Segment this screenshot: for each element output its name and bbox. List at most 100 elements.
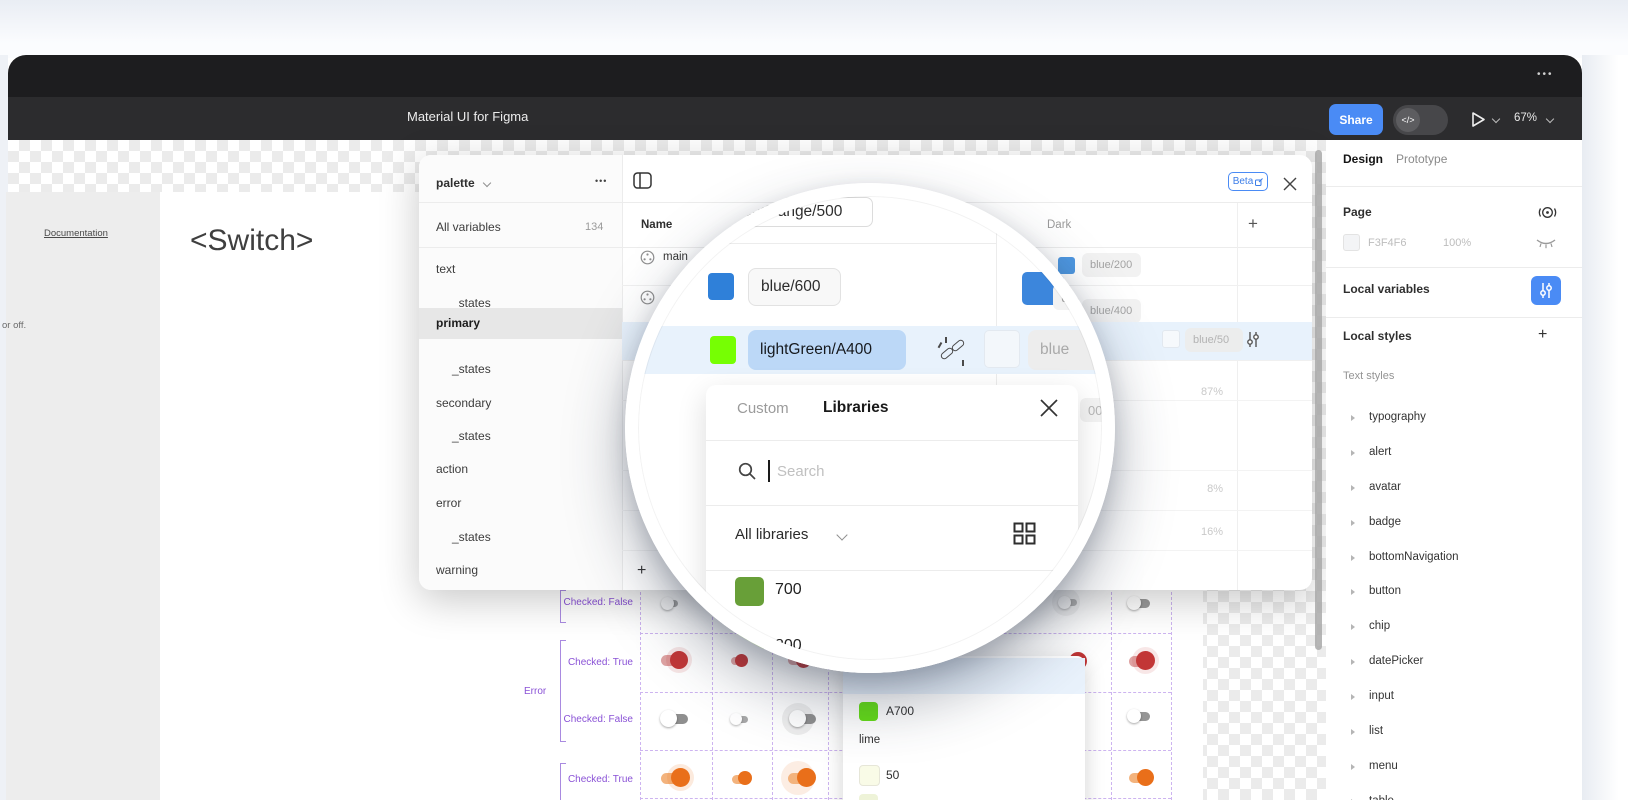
beta-label: Beta: [1233, 176, 1254, 187]
switch-unchecked[interactable]: [1127, 596, 1150, 610]
sidebar-item-action[interactable]: action: [436, 462, 468, 476]
panel-toggle-icon[interactable]: [633, 172, 652, 189]
column-divider: [1237, 203, 1238, 590]
tab-libraries[interactable]: Libraries: [823, 399, 888, 417]
zoom-level[interactable]: 67%: [1514, 112, 1537, 124]
window-menu-dots[interactable]: •••: [1537, 69, 1554, 80]
file-title[interactable]: Material UI for Figma: [407, 109, 528, 124]
sidebar-item-primary[interactable]: primary: [436, 316, 480, 330]
chevron-right-icon[interactable]: [1351, 415, 1355, 421]
color-swatch[interactable]: [859, 794, 878, 800]
color-swatch[interactable]: [708, 273, 734, 300]
canvas-scrollbar[interactable]: [1315, 150, 1322, 650]
variable-chip[interactable]: blue/600: [748, 268, 841, 306]
documentation-link[interactable]: Documentation: [44, 228, 108, 239]
style-group-menu[interactable]: menu: [1369, 760, 1398, 772]
switch-warning-checked[interactable]: [661, 768, 690, 787]
switch-unchecked[interactable]: [660, 710, 688, 727]
chevron-right-icon[interactable]: [1351, 485, 1355, 491]
color-swatch[interactable]: [859, 765, 878, 784]
switch-unchecked[interactable]: [789, 710, 816, 727]
style-group-avatar[interactable]: avatar: [1369, 481, 1401, 493]
page-color-hex[interactable]: F3F4F6: [1368, 237, 1407, 249]
style-group-alert[interactable]: alert: [1369, 446, 1391, 458]
dialog-item-label[interactable]: 800: [775, 637, 802, 655]
chevron-right-icon[interactable]: [1351, 764, 1355, 770]
local-variables-label: Local variables: [1343, 282, 1430, 296]
variable-chip[interactable]: deepOrange/500: [713, 197, 873, 227]
modal-close-icon[interactable]: [1282, 176, 1298, 192]
color-swatch[interactable]: [735, 633, 764, 662]
dialog-item-label[interactable]: 700: [775, 581, 802, 599]
sidebar-item-warning[interactable]: warning: [436, 563, 478, 577]
chevron-right-icon[interactable]: [1351, 624, 1355, 630]
switch-error-checked[interactable]: [661, 651, 688, 669]
dropdown-item-label[interactable]: 50: [886, 768, 899, 782]
modal-menu-dots[interactable]: •••: [595, 176, 607, 186]
sidebar-item-states[interactable]: _states: [452, 362, 491, 376]
variable-name[interactable]: main: [663, 251, 688, 263]
variable-chip-fragment: ue/400: [1053, 284, 1115, 310]
dialog-close-icon[interactable]: [1038, 397, 1060, 419]
grid-view-icon[interactable]: [1013, 522, 1036, 545]
chevron-right-icon[interactable]: [1351, 450, 1355, 456]
switch-unchecked[interactable]: [661, 597, 678, 610]
local-variables-button[interactable]: [1531, 276, 1561, 305]
style-group-button[interactable]: button: [1369, 585, 1401, 597]
present-play-icon[interactable]: [1469, 110, 1487, 129]
style-group-badge[interactable]: badge: [1369, 516, 1401, 528]
style-group-bottomnavigation[interactable]: bottomNavigation: [1369, 551, 1459, 563]
switch-warning-checked[interactable]: [732, 771, 752, 786]
sidebar-item-secondary[interactable]: secondary: [436, 396, 491, 410]
collection-selector[interactable]: palette: [436, 176, 475, 190]
switch-error-checked[interactable]: [1129, 651, 1155, 670]
sliders-icon[interactable]: [1246, 331, 1260, 348]
blend-mode-icon[interactable]: [1538, 204, 1557, 221]
tab-prototype[interactable]: Prototype: [1396, 152, 1447, 166]
chevron-right-icon[interactable]: [1351, 589, 1355, 595]
selected-variable-chip[interactable]: lightGreen/A400: [748, 330, 906, 370]
switch-unchecked[interactable]: [730, 713, 748, 725]
style-group-list[interactable]: list: [1369, 725, 1383, 737]
checked-label: Checked: True: [551, 657, 633, 668]
tab-custom[interactable]: Custom: [737, 400, 789, 417]
color-swatch[interactable]: [859, 702, 878, 721]
variable-chip[interactable]: blue/200: [1082, 253, 1141, 277]
sidebar-item-states[interactable]: _states: [452, 429, 491, 443]
color-swatch[interactable]: [735, 577, 764, 606]
add-style-button[interactable]: +: [1538, 326, 1547, 344]
switch-unchecked[interactable]: [1127, 709, 1150, 724]
style-group-datepicker[interactable]: datePicker: [1369, 655, 1423, 667]
color-swatch[interactable]: [710, 336, 736, 364]
chevron-right-icon[interactable]: [1351, 659, 1355, 665]
search-input[interactable]: Search: [777, 463, 825, 480]
chevron-right-icon[interactable]: [1351, 520, 1355, 526]
sidebar-item-text[interactable]: text: [436, 262, 455, 276]
dropdown-item-label[interactable]: A700: [886, 704, 914, 718]
chevron-right-icon[interactable]: [1351, 694, 1355, 700]
page-color-swatch[interactable]: [1343, 234, 1360, 251]
opacity-value: 8%: [1183, 483, 1223, 495]
style-group-table[interactable]: table: [1369, 795, 1394, 800]
share-button[interactable]: Share: [1329, 104, 1383, 135]
dev-mode-toggle[interactable]: </>: [1393, 105, 1448, 135]
add-variable-button[interactable]: +: [637, 562, 646, 580]
eye-closed-icon[interactable]: [1536, 238, 1556, 251]
sidebar-item-states[interactable]: _states: [452, 530, 491, 544]
style-group-typography[interactable]: typography: [1369, 411, 1426, 423]
page-opacity[interactable]: 100%: [1443, 237, 1471, 249]
chevron-right-icon[interactable]: [1351, 555, 1355, 561]
switch-warning-checked[interactable]: [788, 768, 816, 787]
style-group-chip[interactable]: chip: [1369, 620, 1390, 632]
tab-design[interactable]: Design: [1343, 152, 1383, 166]
variable-chip-faded[interactable]: blue/50: [1185, 328, 1243, 352]
switch-warning-checked[interactable]: [1129, 769, 1154, 786]
sidebar-item-all-variables[interactable]: All variables: [436, 220, 501, 234]
sidebar-item-error[interactable]: error: [436, 496, 461, 510]
beta-badge[interactable]: Beta: [1228, 172, 1268, 191]
chevron-right-icon[interactable]: [1351, 729, 1355, 735]
add-mode-button[interactable]: +: [1248, 214, 1258, 234]
detach-variable-icon[interactable]: [938, 336, 968, 368]
style-group-input[interactable]: input: [1369, 690, 1394, 702]
library-filter[interactable]: All libraries: [735, 526, 808, 543]
